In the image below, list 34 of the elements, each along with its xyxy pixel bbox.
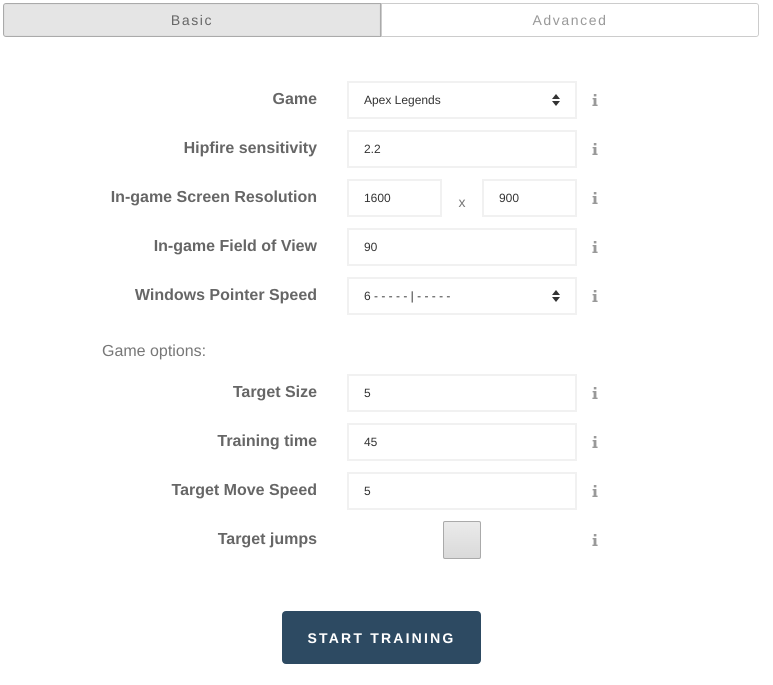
input-field[interactable]: 45 — [347, 423, 577, 461]
updown-caret-icon — [552, 94, 560, 106]
field-label: Target Move Speed — [170, 482, 317, 500]
input-field[interactable]: 1600 — [347, 179, 442, 217]
input-field[interactable]: 900 — [482, 179, 577, 217]
info-icon[interactable] — [592, 94, 598, 106]
field-label: In-game Screen Resolution — [110, 189, 317, 207]
updown-caret-icon — [552, 290, 560, 302]
field-label: Windows Pointer Speed — [134, 287, 317, 305]
checkbox[interactable] — [443, 521, 481, 559]
info-icon[interactable] — [592, 387, 598, 399]
input-field[interactable]: 5 — [347, 472, 577, 510]
field-label: Training time — [216, 433, 317, 451]
field-label: Target Size — [232, 384, 317, 402]
times-separator: x — [458, 193, 466, 210]
info-icon[interactable] — [592, 192, 598, 204]
input-field[interactable]: 90 — [347, 228, 577, 266]
start-training-button[interactable]: START TRAINING — [282, 611, 481, 664]
info-icon[interactable] — [592, 534, 598, 546]
dropdown-select[interactable]: Apex Legends — [347, 81, 577, 119]
input-field[interactable]: 5 — [347, 374, 577, 412]
info-icon[interactable] — [592, 436, 598, 448]
info-icon[interactable] — [592, 290, 598, 302]
info-icon[interactable] — [592, 485, 598, 497]
info-icon[interactable] — [592, 241, 598, 253]
field-label: Hipfire sensitivity — [182, 140, 317, 158]
tab[interactable]: Basic — [3, 3, 381, 37]
field-label: Game — [272, 91, 317, 109]
section-heading: Game options: — [102, 343, 208, 361]
field-label: In-game Field of View — [152, 238, 317, 256]
input-field[interactable]: 2.2 — [347, 130, 577, 168]
field-label: Target jumps — [216, 531, 317, 549]
info-icon[interactable] — [592, 143, 598, 155]
dropdown-select[interactable]: 6 - - - - - | - - - - - — [347, 277, 577, 315]
